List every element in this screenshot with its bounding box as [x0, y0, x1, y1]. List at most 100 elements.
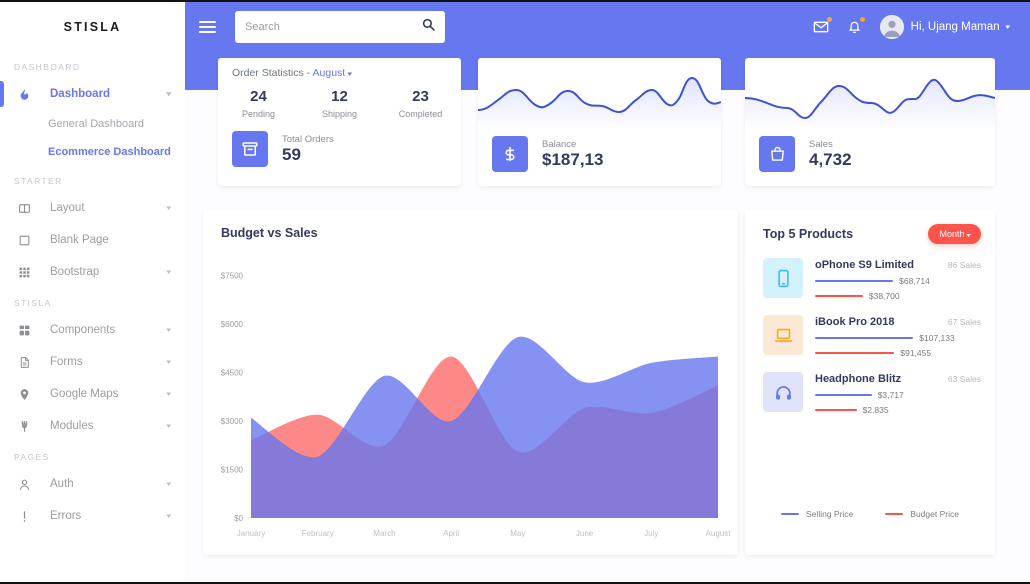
svg-text:February: February	[302, 529, 334, 538]
search-icon[interactable]	[422, 18, 435, 36]
chart-legend: Selling Price Budget Price	[745, 509, 995, 519]
budget-price-bar-row: $91,455	[815, 348, 981, 358]
chevron-down-icon: ▾	[166, 391, 172, 398]
balance-value: $187,13	[542, 149, 604, 169]
bell-icon[interactable]	[847, 17, 865, 35]
balance-label: Balance	[542, 138, 577, 150]
sidebar-item-label: Forms	[50, 356, 83, 368]
sidebar-item-forms[interactable]: Forms ▾	[0, 346, 185, 378]
search-input[interactable]	[245, 21, 422, 33]
product-name: oPhone S9 Limited	[815, 259, 915, 271]
product-name: Headphone Blitz	[815, 373, 902, 385]
order-month-selector[interactable]: August ▾	[312, 67, 353, 79]
top-products-card: Top 5 Products Month ▾ oPhone S9 Limited…	[745, 210, 995, 555]
order-stat-value: 23	[412, 88, 429, 105]
chevron-down-icon: ▾	[347, 71, 353, 78]
chevron-down-icon: ▾	[166, 513, 172, 520]
hamburger-icon[interactable]	[199, 21, 221, 33]
chart-svg: $0 $1500 $3000 $4500 $6000 $7500 January Februa…	[221, 272, 732, 538]
sidebar-subitem-label: Ecommerce Dashboard	[48, 146, 171, 158]
month-filter-button[interactable]: Month ▾	[928, 224, 981, 244]
order-statistics-card: Order Statistics - August ▾ 24 Pending 12 S…	[218, 58, 461, 186]
sidebar-section-header: PAGES	[14, 452, 50, 462]
sidebar-subitem-ecommerce-dashboard[interactable]: Ecommerce Dashboard	[0, 138, 185, 166]
sidebar-item-auth[interactable]: Auth ▾	[0, 468, 185, 500]
order-stat: 24 Pending	[218, 88, 299, 119]
selling-price-bar	[815, 280, 894, 282]
svg-text:$0: $0	[234, 514, 243, 523]
budget-price-bar	[815, 409, 857, 411]
budget-price-bar	[815, 295, 863, 297]
user-menu[interactable]: Hi, Ujang Maman ▾	[879, 15, 1011, 39]
sales-label: Sales	[809, 138, 833, 150]
product-sales-count: 63 Sales	[947, 374, 981, 384]
top-products-title: Top 5 Products	[763, 227, 854, 241]
envelope-icon[interactable]	[813, 17, 832, 35]
sidebar-item-layout[interactable]: Layout ▾	[0, 192, 185, 224]
search-box[interactable]	[235, 11, 445, 43]
svg-text:January: January	[237, 529, 265, 538]
chevron-down-icon: ▾	[1005, 24, 1011, 31]
main-content: Order Statistics - August ▾ 24 Pending 12 S…	[185, 2, 1030, 582]
sidebar-item-label: Components	[50, 324, 116, 336]
sidebar: STISLA DASHBOARD Dashboard ▾ General Dashbo…	[0, 2, 185, 582]
chevron-down-icon: ▾	[166, 269, 172, 276]
budget-price-value: $2,835	[862, 405, 889, 415]
sidebar-item-dashboard[interactable]: Dashboard ▾	[0, 78, 185, 110]
sidebar-item-bootstrap[interactable]: Bootstrap ▾	[0, 256, 185, 288]
svg-text:August: August	[706, 529, 732, 538]
product-sales-count: 86 Sales	[947, 260, 981, 270]
sales-card: Sales 4,732	[745, 58, 995, 186]
sidebar-section-header: STARTER	[14, 176, 63, 186]
sidebar-item-modules[interactable]: Modules ▾	[0, 410, 185, 442]
legend-label: Budget Price	[910, 509, 959, 519]
svg-text:$6000: $6000	[221, 320, 244, 329]
sidebar-subitem-label: General Dashboard	[48, 118, 145, 130]
smartphone-icon	[763, 258, 803, 298]
sidebar-subitem-general-dashboard[interactable]: General Dashboard	[0, 110, 185, 138]
budget-price-bar-row: $38,700	[815, 291, 981, 301]
exclamation-icon	[18, 510, 38, 523]
columns-icon	[18, 202, 38, 215]
order-stat-label: Completed	[398, 109, 443, 119]
sidebar-item-google-maps[interactable]: Google Maps ▾	[0, 378, 185, 410]
balance-info: Balance $187,13	[492, 136, 603, 172]
order-stat-label: Shipping	[321, 109, 358, 119]
sidebar-item-label: Errors	[50, 510, 82, 522]
sidebar-section-header: DASHBOARD	[14, 62, 81, 72]
sidebar-item-components[interactable]: Components ▾	[0, 314, 185, 346]
product-item[interactable]: Headphone Blitz 63 Sales $3,717 $2,835	[745, 372, 995, 415]
map-pin-icon	[18, 388, 38, 401]
bell-badge-dot	[859, 17, 865, 22]
budget-vs-sales-card: Budget vs Sales $0 $1500 $3000 $4500 $6000 $7…	[203, 210, 738, 555]
svg-text:$3000: $3000	[221, 417, 244, 426]
balance-sparkline	[478, 58, 721, 130]
product-item[interactable]: oPhone S9 Limited 86 Sales $68,714 $38,700	[745, 258, 995, 301]
sidebar-section-header: STISLA	[14, 298, 52, 308]
selling-price-value: $68,714	[899, 276, 930, 286]
budget-vs-sales-chart: $0 $1500 $3000 $4500 $6000 $7500 January Februa…	[203, 254, 738, 554]
sidebar-item-label: Dashboard	[50, 88, 111, 100]
sidebar-item-label: Bootstrap	[50, 266, 100, 278]
product-item[interactable]: iBook Pro 2018 67 Sales $107,133 $91,455	[745, 315, 995, 358]
order-title-text: Order Statistics -	[232, 67, 313, 79]
svg-text:$7500: $7500	[221, 272, 244, 281]
sales-sparkline	[745, 58, 995, 130]
budget-price-value: $38,700	[868, 291, 900, 301]
total-orders-label: Total Orders	[282, 133, 334, 145]
svg-text:April: April	[443, 529, 459, 538]
shopping-bag-icon	[759, 136, 795, 172]
legend-item: Selling Price	[781, 509, 853, 519]
brand-logo[interactable]: STISLA	[0, 2, 185, 52]
order-stat-label: Pending	[241, 109, 276, 119]
sidebar-item-label: Auth	[50, 478, 74, 490]
svg-text:$4500: $4500	[221, 369, 244, 378]
document-icon	[18, 356, 38, 369]
svg-text:July: July	[644, 529, 658, 538]
sidebar-item-errors[interactable]: Errors ▾	[0, 500, 185, 532]
sidebar-item-blank-page[interactable]: Blank Page	[0, 224, 185, 256]
laptop-icon	[763, 315, 803, 355]
selling-price-bar-row: $107,133	[815, 333, 981, 343]
order-month-label: August	[312, 67, 346, 79]
svg-text:March: March	[373, 529, 395, 538]
